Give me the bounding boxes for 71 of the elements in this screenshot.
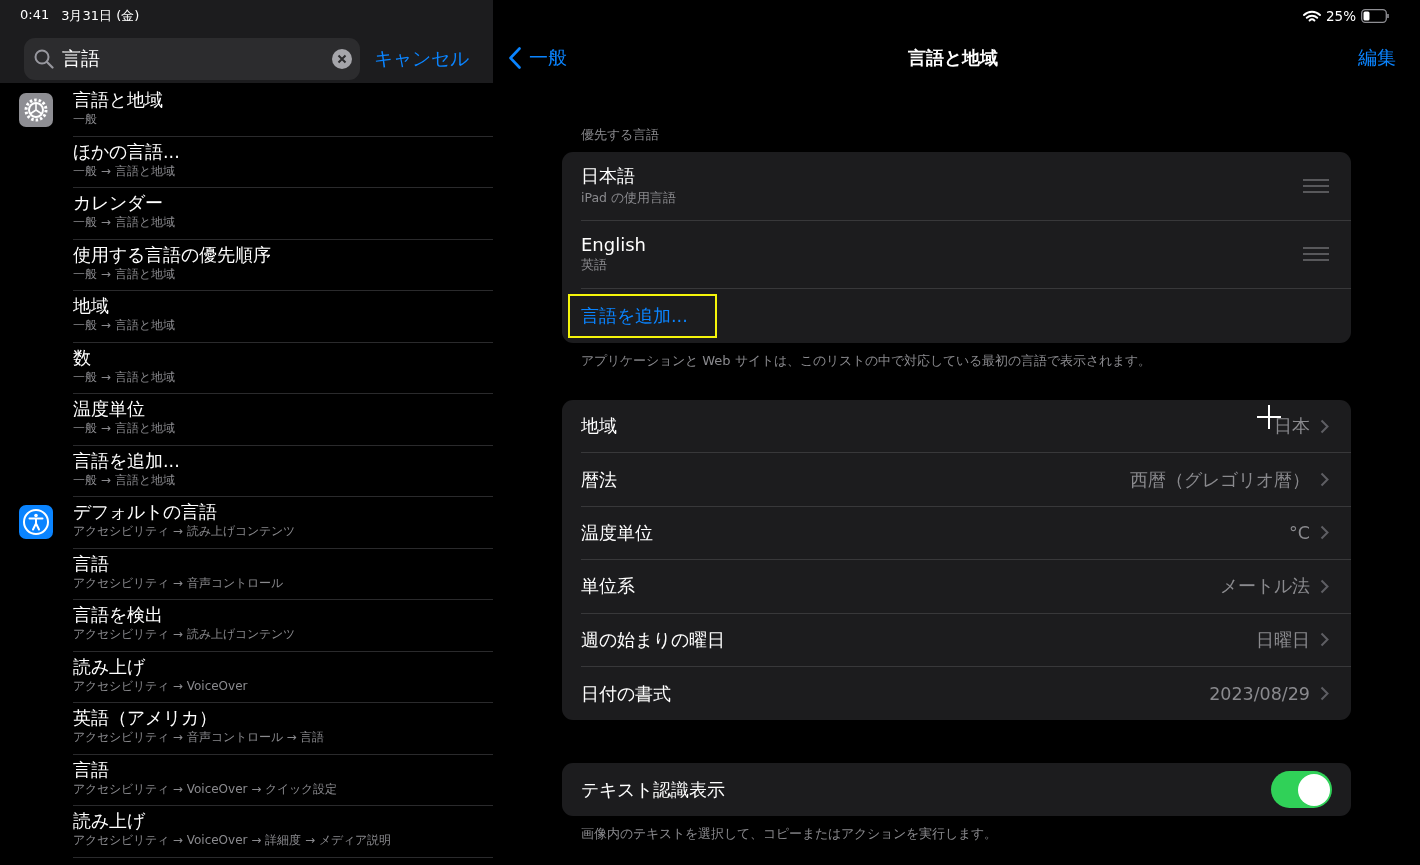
result-path: 一般 → 言語と地域 bbox=[73, 162, 175, 179]
result-path: アクセシビリティ → 音声コントロール bbox=[73, 574, 283, 591]
battery-percent: 25% bbox=[1326, 8, 1356, 24]
settings-icon bbox=[18, 93, 53, 127]
status-time: 0:41 bbox=[20, 7, 50, 24]
chevron-icon bbox=[1320, 632, 1329, 648]
status-date: 3月31日 (金) bbox=[61, 7, 140, 25]
result-title: 言語と地域 bbox=[73, 89, 163, 111]
section-footer: 画像内のテキストを選択して、コピーまたはアクションを実行します。 bbox=[581, 825, 1351, 844]
reorder-icon[interactable] bbox=[1303, 247, 1329, 262]
accessibility-icon bbox=[18, 505, 53, 539]
chevron-icon bbox=[1320, 578, 1329, 594]
chevron-icon bbox=[1320, 525, 1329, 541]
result-path: 一般 → 言語と地域 bbox=[73, 368, 175, 385]
settings-row[interactable]: 日付の書式 2023/08/29 bbox=[581, 666, 1351, 721]
result-path: 一般 → 言語と地域 bbox=[73, 317, 175, 333]
result-path: 一般 → 言語と地域 bbox=[73, 265, 175, 282]
search-result[interactable]: 言語と地域 一般 bbox=[0, 85, 493, 137]
language-detail: 英語 bbox=[581, 257, 607, 275]
search-result[interactable]: デフォルトの言語 アクセシビリティ → 読み上げコンテンツ bbox=[0, 497, 493, 549]
settings-row[interactable]: 週の始まりの曜日 日曜日 bbox=[581, 613, 1351, 667]
wifi-icon bbox=[1303, 9, 1321, 23]
result-path: アクセシビリティ → 音声コントロール → 言語 bbox=[73, 729, 325, 745]
setting-label: テキスト認識表示 bbox=[581, 778, 726, 802]
chevron-icon bbox=[1320, 418, 1329, 434]
result-title: 英語（アメリカ） bbox=[73, 707, 217, 729]
clear-icon[interactable] bbox=[332, 49, 352, 69]
chevron-icon bbox=[1320, 686, 1329, 702]
result-title: カレンダー bbox=[73, 192, 163, 214]
language-name: English bbox=[581, 234, 646, 256]
result-path: 一般 → 言語と地域 bbox=[73, 214, 175, 230]
result-title: 言語 bbox=[73, 552, 109, 575]
result-title: 言語 bbox=[73, 758, 109, 781]
result-path: アクセシビリティ → VoiceOver → 詳細度 → メディア説明 bbox=[73, 832, 391, 848]
result-title: 読み上げ bbox=[73, 810, 145, 832]
settings-row[interactable]: 単位系 メートル法 bbox=[581, 560, 1351, 614]
result-title: 温度単位 bbox=[73, 398, 145, 420]
result-title: ほかの言語... bbox=[73, 140, 180, 163]
result-title: デフォルトの言語 bbox=[73, 501, 217, 523]
result-title: 言語を検出 bbox=[73, 604, 163, 626]
result-title: 数 bbox=[73, 346, 91, 369]
section-footer: アプリケーションと Web サイトは、このリストの中で対応している最初の言語で表示されます。 bbox=[581, 352, 1351, 370]
result-path: 一般 → 言語と地域 bbox=[73, 471, 175, 488]
reorder-icon[interactable] bbox=[1303, 178, 1329, 193]
chevron-icon bbox=[1320, 472, 1329, 488]
page-title: 言語と地域 bbox=[906, 46, 999, 70]
result-path: アクセシビリティ → 読み上げコンテンツ bbox=[73, 523, 295, 539]
search-icon bbox=[34, 49, 54, 69]
add-language-button[interactable]: 言語を追加... bbox=[568, 294, 717, 338]
edit-button[interactable]: 編集 bbox=[1236, 44, 1396, 71]
back-chevron-icon bbox=[509, 46, 521, 69]
cancel-button[interactable]: キャンセル bbox=[374, 46, 469, 72]
battery-icon bbox=[1361, 9, 1390, 23]
result-title: 使用する言語の優先順序 bbox=[73, 243, 271, 266]
search-field[interactable]: 言語 bbox=[24, 38, 360, 80]
settings-row[interactable]: 地域 日本 bbox=[581, 400, 1351, 454]
result-title: 読み上げ bbox=[73, 655, 145, 678]
result-title: 地域 bbox=[73, 295, 109, 317]
result-path: アクセシビリティ → 読み上げコンテンツ bbox=[73, 626, 295, 642]
result-path: 一般 bbox=[73, 111, 97, 127]
back-button[interactable]: 一般 bbox=[509, 44, 669, 71]
toggle-switch[interactable] bbox=[1271, 771, 1332, 809]
language-detail: iPad の使用言語 bbox=[581, 190, 677, 208]
language-name: 日本語 bbox=[581, 164, 635, 189]
result-path: アクセシビリティ → VoiceOver bbox=[73, 677, 248, 694]
settings-row[interactable]: 温度単位 °C bbox=[581, 506, 1351, 561]
result-title: 言語を追加... bbox=[73, 449, 180, 472]
result-path: 一般 → 言語と地域 bbox=[73, 420, 175, 436]
result-path: アクセシビリティ → VoiceOver → クイック設定 bbox=[73, 780, 338, 797]
section-header: 優先する言語 bbox=[581, 126, 660, 144]
settings-row[interactable]: 暦法 西暦（グレゴリオ暦） bbox=[581, 453, 1351, 507]
